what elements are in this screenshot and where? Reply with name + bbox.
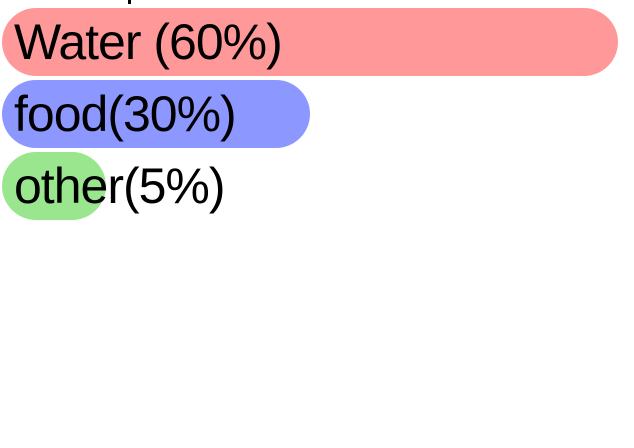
bar-label-water: Water (60%) <box>14 14 283 70</box>
cropped-text-fragment <box>128 0 131 4</box>
bar-row-water: Water (60%) <box>0 8 634 76</box>
bar-label-other: other(5%) <box>14 158 226 214</box>
chart: Water (60%) food(30%) other(5%) <box>0 0 634 448</box>
bar-label-food: food(30%) <box>14 86 237 142</box>
bar-row-food: food(30%) <box>0 80 634 148</box>
bar-row-other: other(5%) <box>0 152 634 220</box>
